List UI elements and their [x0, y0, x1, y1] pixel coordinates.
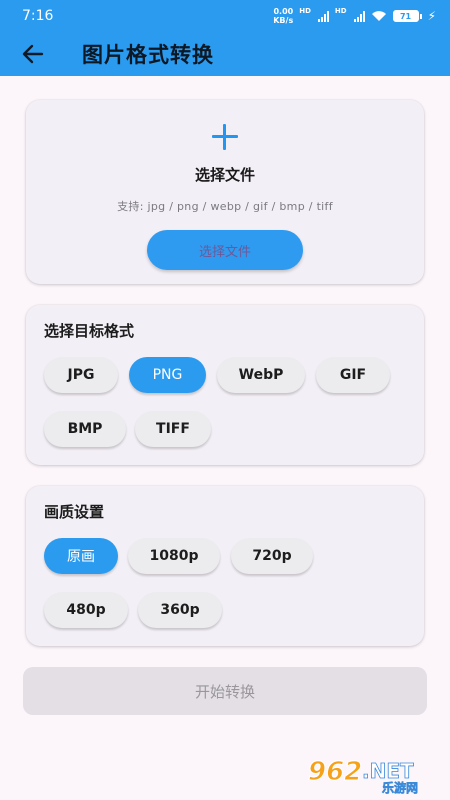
format-chip-webp[interactable]: WebP [217, 357, 305, 393]
back-button[interactable] [18, 39, 48, 69]
format-chip-png[interactable]: PNG [129, 357, 206, 393]
start-conversion-button[interactable]: 开始转换 [23, 667, 427, 715]
hd-label-1: HD [299, 7, 311, 15]
status-icons: 0.00 KB/s HD HD 71 ⚡ [273, 7, 436, 25]
signal-icon [317, 10, 329, 22]
format-chip-gif[interactable]: GIF [316, 357, 390, 393]
watermark-number: 962 [308, 757, 362, 787]
signal-icon-2 [353, 10, 365, 22]
add-icon[interactable] [210, 122, 240, 152]
page-title: 图片格式转换 [82, 43, 214, 67]
status-time: 7:16 [22, 8, 54, 24]
battery-tip [419, 13, 422, 19]
target-format-card: 选择目标格式 JPG PNG WebP GIF BMP TIFF [26, 305, 424, 465]
arrow-left-icon [22, 44, 44, 64]
quality-settings-card: 画质设置 原画 1080p 720p 480p 360p [26, 486, 424, 646]
wifi-icon [371, 11, 386, 21]
quality-chip-480p[interactable]: 480p [44, 592, 128, 628]
quality-settings-title: 画质设置 [44, 503, 105, 521]
quality-chip-1080p[interactable]: 1080p [128, 538, 220, 574]
supported-formats-hint: 支持: jpg / png / webp / gif / bmp / tiff [117, 200, 333, 213]
charging-icon: ⚡ [427, 9, 436, 23]
quality-chip-360p[interactable]: 360p [138, 592, 222, 628]
format-chip-bmp[interactable]: BMP [44, 411, 126, 447]
select-file-button[interactable]: 选择文件 [147, 230, 303, 270]
file-picker-title: 选择文件 [194, 166, 255, 184]
site-watermark-logo: 962 .NET 乐游网 [308, 757, 419, 795]
battery-icon: 71 [392, 10, 419, 22]
quality-chip-720p[interactable]: 720p [231, 538, 313, 574]
status-bar: 7:16 0.00 KB/s HD HD 71 ⚡ [0, 0, 450, 32]
file-picker-card: 选择文件 支持: jpg / png / webp / gif / bmp / … [26, 100, 424, 284]
watermark-subtitle: 乐游网 [382, 780, 418, 794]
watermark-domain: .NET [362, 759, 414, 783]
hd-label-2: HD [334, 7, 347, 15]
format-chip-jpg[interactable]: JPG [44, 357, 118, 393]
format-chip-tiff[interactable]: TIFF [135, 411, 211, 447]
target-format-title: 选择目标格式 [44, 322, 135, 340]
network-speed: 0.00 KB/s [273, 7, 294, 25]
quality-chip-original[interactable]: 原画 [44, 538, 118, 574]
app-bar: 图片格式转换 [0, 32, 450, 76]
